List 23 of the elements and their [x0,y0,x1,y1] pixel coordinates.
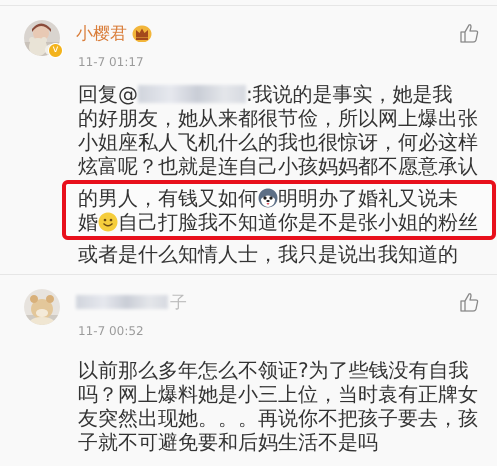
comment-text: 自己打脸我不知道你是不是张小姐的粉丝 [118,210,478,234]
timestamp: 11-7 01:17 [78,55,145,69]
user-name[interactable]: 子 [170,290,187,314]
comment-text: 的男人，有钱又如何 [78,186,258,210]
timestamp: 11-7 00:52 [78,324,145,338]
comment-text: 小姐座私人飞机什么的我也很惊讶，何必这样 [78,130,478,154]
comment-text: 以前那么多年怎么不领证?为了些钱没有自我 [78,358,469,382]
husky-emoji-icon [258,188,278,208]
comment-text: 友突然出现她。。。再说你不把孩子要去，孩 [78,406,478,430]
comment-text: 婚 [78,210,98,234]
comment-text: 或者是什么知情人士，我只是说出我知道的 [78,242,458,266]
like-icon[interactable] [458,292,480,312]
comment-text: 的好朋友，她从来都很节俭，所以网上爆出张 [78,106,478,130]
comment-text: 回复@ [78,82,138,106]
comment-text: 炫富呢？也就是连自己小孩妈妈都不愿意承认 [78,154,478,178]
smiley-emoji-icon [98,212,118,232]
comment-text: 吗？网上爆料她是小三上位，当时袁有正牌女 [78,382,478,406]
comment-text: 子就不可避免要和后妈生活不是吗 [78,430,378,454]
user-name[interactable]: 小樱君 [76,22,127,44]
like-icon[interactable] [458,22,480,44]
comment-text: :我说的是事实，她是我 [246,82,453,106]
comment-text: 明明办了婚礼又说未 [278,186,458,210]
verified-badge: v [48,43,63,58]
